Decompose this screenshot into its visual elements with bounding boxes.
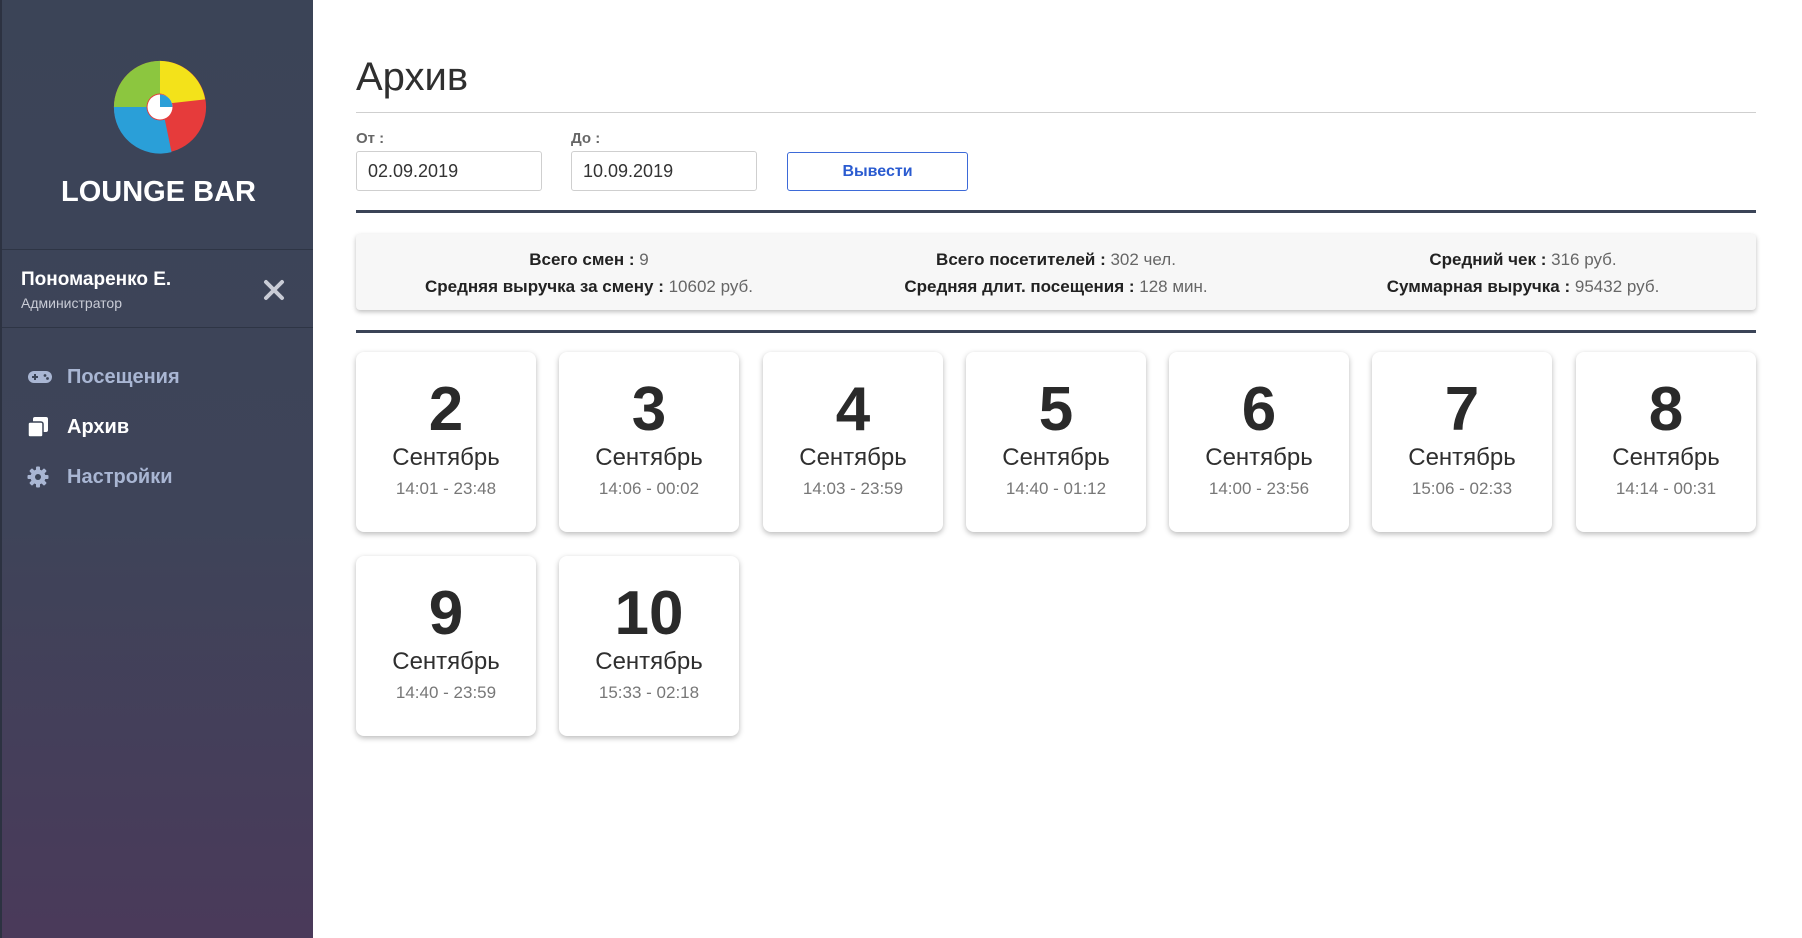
- date-from-input[interactable]: [356, 151, 542, 191]
- shift-day: 2: [428, 375, 464, 444]
- shift-day: 6: [1241, 375, 1277, 444]
- swirl-logo-icon: [113, 60, 207, 154]
- shift-time: 14:14 - 00:31: [1615, 479, 1717, 498]
- close-icon[interactable]: [261, 277, 287, 303]
- summary-value: 9: [634, 250, 649, 269]
- shift-time: 15:06 - 02:33: [1411, 479, 1513, 498]
- user-name: Пономаренко Е.: [21, 269, 172, 290]
- shift-day: 5: [1038, 375, 1074, 444]
- summary-value: 302 чел.: [1105, 250, 1176, 269]
- output-button[interactable]: Вывести: [787, 152, 968, 191]
- shift-month: Сентябрь: [392, 648, 500, 675]
- sidebar-item-label: Архив: [67, 415, 130, 438]
- sidebar: LOUNGE BAR Пономаренко Е. Администратор …: [0, 0, 313, 938]
- gear-icon: [27, 466, 55, 488]
- summary-label: Средний чек :: [1429, 250, 1547, 269]
- divider: [356, 330, 1756, 333]
- summary-label: Всего посетителей :: [936, 250, 1106, 269]
- shift-day: 8: [1648, 375, 1684, 444]
- summary-value: 95432 руб.: [1570, 277, 1660, 296]
- shift-month: Сентябрь: [595, 648, 703, 675]
- summary-panel: Всего смен : 9 Средняя выручка за смену …: [356, 234, 1756, 310]
- summary-value: 10602 руб.: [663, 277, 753, 296]
- summary-label: Средняя выручка за смену :: [424, 277, 664, 296]
- summary-line: Суммарная выручка : 95432 руб.: [1290, 273, 1756, 300]
- shift-month: Сентябрь: [1408, 444, 1516, 471]
- sidebar-nav: Посещения Архив Настройки: [2, 352, 315, 502]
- shift-card[interactable]: 7 Сентябрь 15:06 - 02:33: [1372, 352, 1552, 532]
- shift-time: 14:40 - 01:12: [1005, 479, 1107, 498]
- summary-line: Средняя выручка за смену : 10602 руб.: [356, 273, 822, 300]
- shift-card[interactable]: 5 Сентябрь 14:40 - 01:12: [966, 352, 1146, 532]
- shift-time: 14:06 - 00:02: [598, 479, 700, 498]
- summary-col-visitors: Всего посетителей : 302 чел. Средняя дли…: [823, 246, 1289, 310]
- sidebar-item-visits[interactable]: Посещения: [2, 352, 315, 402]
- sidebar-item-archive[interactable]: Архив: [2, 402, 315, 452]
- from-label: От :: [356, 130, 385, 147]
- sidebar-item-label: Посещения: [67, 365, 180, 388]
- date-to-input[interactable]: [571, 151, 757, 191]
- copy-icon: [27, 416, 55, 438]
- shift-time: 14:01 - 23:48: [395, 479, 497, 498]
- shift-day: 10: [614, 579, 684, 648]
- summary-col-check: Средний чек : 316 руб. Суммарная выручка…: [1290, 246, 1756, 310]
- shift-card[interactable]: 3 Сентябрь 14:06 - 00:02: [559, 352, 739, 532]
- title-divider: [356, 112, 1756, 113]
- shift-month: Сентябрь: [392, 444, 500, 471]
- summary-value: 128 мин.: [1134, 277, 1208, 296]
- gamepad-icon: [27, 366, 55, 388]
- user-role: Администратор: [21, 295, 123, 311]
- shift-card[interactable]: 4 Сентябрь 14:03 - 23:59: [763, 352, 943, 532]
- summary-line: Всего посетителей : 302 чел.: [823, 246, 1289, 273]
- shift-card[interactable]: 10 Сентябрь 15:33 - 02:18: [559, 556, 739, 736]
- shift-card[interactable]: 9 Сентябрь 14:40 - 23:59: [356, 556, 536, 736]
- shift-month: Сентябрь: [1002, 444, 1110, 471]
- shift-time: 14:03 - 23:59: [802, 479, 904, 498]
- to-label: До :: [571, 130, 601, 147]
- brand-name: LOUNGE BAR: [61, 176, 256, 208]
- summary-value: 316 руб.: [1546, 250, 1617, 269]
- shift-card[interactable]: 2 Сентябрь 14:01 - 23:48: [356, 352, 536, 532]
- summary-line: Всего смен : 9: [356, 246, 822, 273]
- sidebar-item-settings[interactable]: Настройки: [2, 452, 315, 502]
- shift-card[interactable]: 6 Сентябрь 14:00 - 23:56: [1169, 352, 1349, 532]
- shift-day: 4: [835, 375, 871, 444]
- shift-month: Сентябрь: [1205, 444, 1313, 471]
- shift-day: 3: [631, 375, 667, 444]
- summary-label: Всего смен :: [529, 250, 635, 269]
- shift-month: Сентябрь: [595, 444, 703, 471]
- shift-time: 15:33 - 02:18: [598, 683, 700, 702]
- shift-day: 9: [428, 579, 464, 648]
- brand: LOUNGE BAR: [2, 0, 313, 250]
- summary-line: Средняя длит. посещения : 128 мин.: [823, 273, 1289, 300]
- divider: [356, 210, 1756, 213]
- sidebar-item-label: Настройки: [67, 465, 173, 488]
- shift-time: 14:00 - 23:56: [1208, 479, 1310, 498]
- summary-label: Средняя длит. посещения :: [904, 277, 1135, 296]
- page-title: Архив: [356, 55, 469, 99]
- summary-col-shifts: Всего смен : 9 Средняя выручка за смену …: [356, 246, 822, 310]
- summary-line: Средний чек : 316 руб.: [1290, 246, 1756, 273]
- user-panel: Пономаренко Е. Администратор: [2, 250, 313, 328]
- shift-month: Сентябрь: [1612, 444, 1720, 471]
- shift-day: 7: [1444, 375, 1480, 444]
- shift-month: Сентябрь: [799, 444, 907, 471]
- shift-time: 14:40 - 23:59: [395, 683, 497, 702]
- summary-label: Суммарная выручка :: [1386, 277, 1571, 296]
- shift-card[interactable]: 8 Сентябрь 14:14 - 00:31: [1576, 352, 1756, 532]
